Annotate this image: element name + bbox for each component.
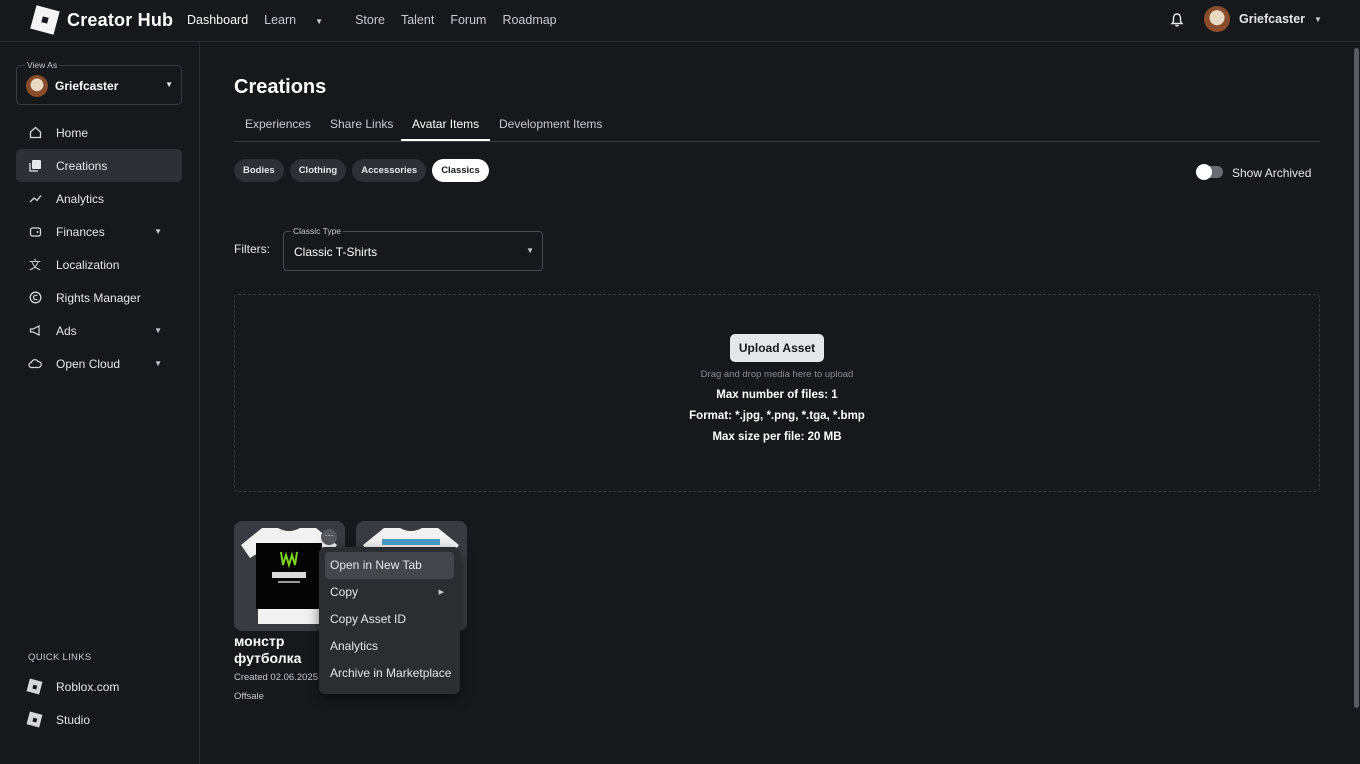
chevron-down-icon: ▼ (154, 359, 162, 368)
menu-copy[interactable]: Copy ▶ (325, 579, 454, 606)
nav-learn[interactable]: Learn ▼ (264, 13, 339, 27)
sidebar-item-rights-manager[interactable]: Rights Manager (16, 281, 182, 314)
chevron-down-icon: ▼ (154, 326, 162, 335)
show-archived-label: Show Archived (1232, 166, 1312, 180)
sidebar-item-label: Analytics (56, 191, 105, 206)
chevron-down-icon: ▼ (315, 17, 324, 26)
megaphone-icon (28, 324, 42, 338)
sidebar: View As Griefcaster ▼ Home Creations Ana… (0, 42, 200, 764)
upload-asset-button[interactable]: Upload Asset (730, 334, 824, 362)
menu-copy-label: Copy (330, 585, 359, 599)
classic-type-value: Classic T-Shirts (294, 245, 378, 259)
asset-created-date: Created 02.06.2025 (234, 672, 318, 683)
nav-dashboard[interactable]: Dashboard (187, 13, 248, 27)
chip-accessories[interactable]: Accessories (352, 159, 427, 182)
sidebar-item-localization[interactable]: 文 Localization (16, 248, 182, 281)
tab-avatar-items[interactable]: Avatar Items (401, 108, 491, 141)
page-title: Creations (234, 76, 327, 98)
finances-icon (28, 225, 42, 239)
sidebar-item-label: Home (56, 125, 89, 140)
quick-links-title: QUICK LINKS (28, 652, 92, 663)
home-icon (28, 126, 42, 140)
nav-roadmap[interactable]: Roadmap (502, 13, 556, 27)
sidebar-item-analytics[interactable]: Analytics (16, 182, 182, 215)
sidebar-item-label: Finances (56, 224, 105, 239)
analytics-icon (28, 192, 42, 206)
more-options-button[interactable]: ··· (321, 529, 337, 545)
drop-hint: Drag and drop media here to upload (700, 369, 854, 380)
chevron-down-icon: ▼ (154, 227, 162, 236)
creator-hub-logo[interactable]: Creator Hub (30, 5, 174, 35)
format-text: Format: *.jpg, *.png, *.tga, *.bmp (689, 410, 865, 422)
classic-type-select[interactable]: Classic Type Classic T-Shirts ▼ (283, 226, 543, 271)
cloud-icon (28, 357, 42, 371)
sidebar-item-label: Localization (56, 257, 120, 272)
copyright-icon (28, 291, 42, 305)
sidebar-item-creations[interactable]: Creations (16, 149, 182, 182)
menu-open-in-new-tab[interactable]: Open in New Tab (325, 552, 454, 579)
avatar (26, 75, 48, 97)
user-menu[interactable]: Griefcaster ▼ (1204, 6, 1322, 32)
menu-archive-in-marketplace[interactable]: Archive in Marketplace (325, 660, 454, 687)
sidebar-nav: Home Creations Analytics Finances ▼ 文 Lo… (16, 116, 182, 380)
asset-status: Offsale (234, 691, 264, 702)
chip-clothing[interactable]: Clothing (289, 159, 347, 182)
menu-analytics[interactable]: Analytics (325, 633, 454, 660)
max-size-text: Max size per file: 20 MB (712, 431, 842, 443)
chip-classics[interactable]: Classics (432, 159, 489, 182)
tab-share-links[interactable]: Share Links (319, 108, 404, 141)
chevron-right-icon: ▶ (438, 589, 444, 596)
creations-tabs: Experiences Share Links Avatar Items Dev… (234, 108, 1320, 142)
show-archived-toggle[interactable] (1196, 164, 1223, 180)
sidebar-item-label: Open Cloud (56, 356, 121, 371)
sidebar-item-home[interactable]: Home (16, 116, 182, 149)
quick-link-studio[interactable]: Studio (16, 703, 182, 736)
localization-icon: 文 (28, 258, 41, 272)
sidebar-item-label: Ads (56, 323, 77, 338)
quick-link-label: Studio (56, 712, 91, 727)
sidebar-item-finances[interactable]: Finances ▼ (16, 215, 182, 248)
scrollbar[interactable] (1354, 48, 1359, 708)
max-files-text: Max number of files: 1 (716, 389, 838, 401)
nav-store[interactable]: Store (355, 13, 385, 27)
avatar (1204, 6, 1230, 32)
view-as-name: Griefcaster (55, 79, 119, 93)
studio-icon (26, 711, 43, 728)
nav-learn-label: Learn (264, 13, 297, 27)
chip-bodies[interactable]: Bodies (234, 159, 284, 182)
asset-context-menu: Open in New Tab Copy ▶ Copy Asset ID Anal… (319, 547, 460, 694)
tab-development-items[interactable]: Development Items (488, 108, 613, 141)
roblox-logo-icon (30, 5, 60, 35)
sidebar-item-label: Rights Manager (56, 290, 141, 305)
roblox-icon (26, 678, 43, 695)
creations-icon (28, 159, 42, 173)
user-name: Griefcaster (1239, 12, 1306, 26)
chevron-down-icon: ▼ (1314, 14, 1322, 24)
notification-bell-icon[interactable] (1170, 12, 1184, 28)
nav-forum[interactable]: Forum (450, 13, 486, 27)
menu-copy-asset-id[interactable]: Copy Asset ID (325, 606, 454, 633)
top-bar: Creator Hub Dashboard Learn ▼ Store Talen… (0, 0, 1360, 42)
app-title: Creator Hub (67, 9, 174, 30)
nav-talent[interactable]: Talent (401, 13, 434, 27)
quick-link-roblox[interactable]: Roblox.com (16, 670, 182, 703)
sidebar-item-ads[interactable]: Ads ▼ (16, 314, 182, 347)
chevron-down-icon: ▼ (165, 80, 173, 89)
view-as-label: View As (25, 60, 60, 70)
tab-experiences[interactable]: Experiences (234, 108, 322, 141)
top-navigation: Dashboard Learn ▼ Store Talent Forum Road… (187, 13, 573, 27)
sidebar-item-open-cloud[interactable]: Open Cloud ▼ (16, 347, 182, 380)
category-chips: Bodies Clothing Accessories Classics (234, 159, 495, 182)
sidebar-item-label: Creations (56, 158, 108, 173)
quick-link-label: Roblox.com (56, 679, 120, 694)
view-as-selector[interactable]: View As Griefcaster ▼ (16, 60, 182, 105)
filters-label: Filters: (234, 242, 270, 256)
chevron-down-icon: ▼ (526, 246, 534, 255)
classic-type-label: Classic Type (291, 226, 344, 236)
